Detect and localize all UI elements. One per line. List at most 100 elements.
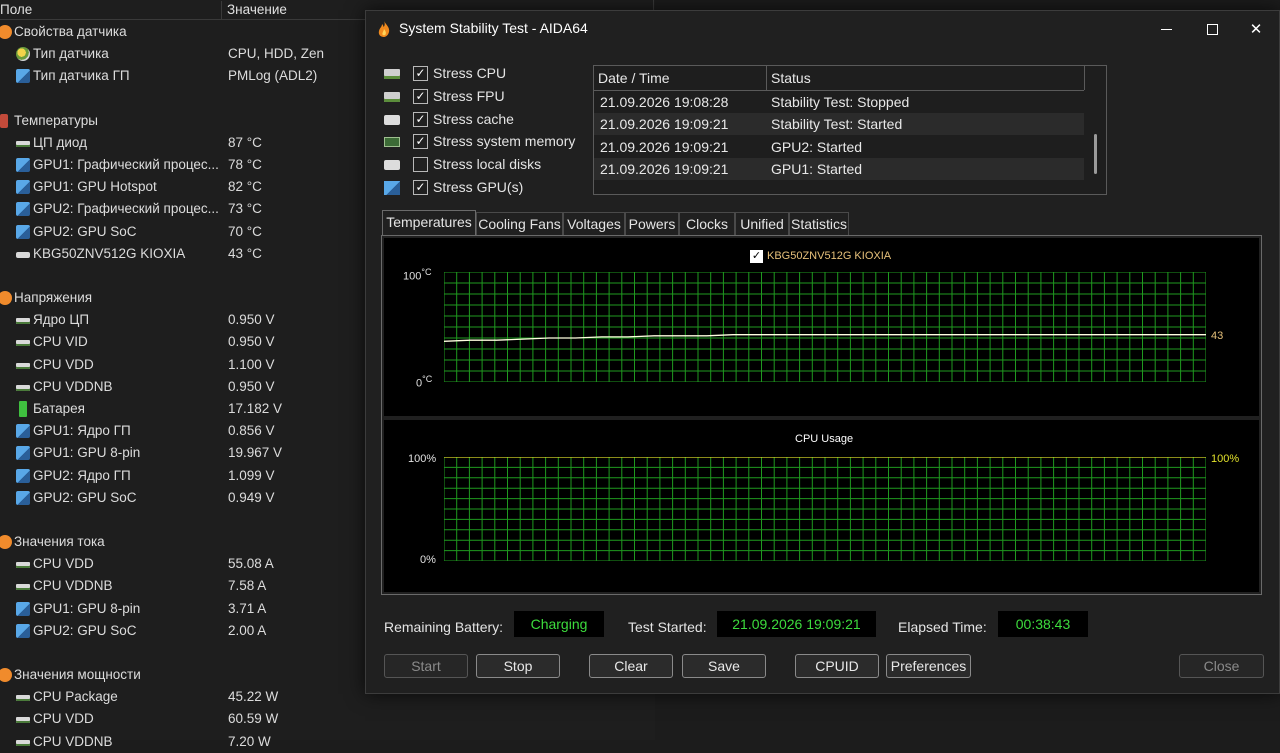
- stress-option[interactable]: ✓ Stress cache: [384, 110, 584, 130]
- cpu-icon: [384, 69, 400, 79]
- cache-icon: [384, 114, 400, 125]
- sensor-label: CPU VDDNB: [33, 378, 113, 394]
- cpu-graph-title: CPU Usage: [795, 433, 854, 445]
- temp-y-bottom-label: 0°C: [416, 374, 433, 390]
- sensor-value: 45.22 W: [228, 689, 279, 705]
- sensor-label: Свойства датчика: [14, 24, 127, 39]
- tab-statistics[interactable]: Statistics: [789, 212, 849, 236]
- log-column-status[interactable]: Status: [767, 66, 1085, 90]
- sensor-label: CPU VDDNB: [33, 733, 113, 749]
- tab-unified[interactable]: Unified: [735, 212, 789, 236]
- log-row[interactable]: 21.09.2026 19:08:28 Stability Test: Stopp…: [594, 91, 1084, 113]
- stress-option[interactable]: ✓ Stress GPU(s): [384, 178, 584, 198]
- title-bar[interactable]: System Stability Test - AIDA64 ✕: [366, 11, 1279, 47]
- preferences-button[interactable]: Preferences: [886, 654, 971, 678]
- gpu-icon: [16, 158, 30, 172]
- sensor-label: GPU1: GPU Hotspot: [33, 179, 157, 195]
- stress-checkbox[interactable]: ✓: [413, 111, 428, 127]
- stress-checkbox[interactable]: ✓: [413, 134, 428, 150]
- elapsed-time-value: 00:38:43: [998, 611, 1088, 637]
- fpu-icon: [384, 91, 400, 102]
- tab-clocks[interactable]: Clocks: [679, 212, 735, 236]
- disk-icon: [384, 160, 400, 171]
- minimize-button[interactable]: [1143, 11, 1189, 47]
- gpu-icon: [16, 69, 30, 84]
- sensor-label: Значения мощности: [14, 667, 141, 682]
- sensor-label: GPU2: GPU SoC: [33, 489, 137, 505]
- chip-icon: [16, 739, 30, 746]
- stop-button[interactable]: Stop: [476, 654, 560, 678]
- legend-label: KBG50ZNV512G KIOXIA: [767, 250, 892, 262]
- sensor-value: PMLog (ADL2): [228, 68, 318, 84]
- stress-checkbox[interactable]: ✓: [413, 66, 428, 81]
- graph-area: ✓ KBG50ZNV512G KIOXIA 100°C 0°C 43 CPU U…: [381, 235, 1262, 595]
- log-date: 21.09.2026 19:08:28: [600, 94, 729, 110]
- chip-icon: [16, 318, 30, 325]
- stress-label: Stress GPU(s): [433, 179, 524, 195]
- temp-y-top-label: 100°C: [403, 267, 432, 283]
- battery-label: Remaining Battery:: [384, 619, 504, 635]
- stress-option[interactable]: ✓ Stress system memory: [384, 132, 584, 152]
- sensor-label: CPU VDD: [33, 356, 94, 372]
- tab-temperatures[interactable]: Temperatures: [382, 210, 476, 237]
- close-button[interactable]: Close: [1179, 654, 1264, 678]
- stress-checkbox[interactable]: ✓: [413, 88, 428, 104]
- cpu-current-value: 100%: [1211, 453, 1240, 465]
- log-column-date[interactable]: Date / Time: [594, 66, 767, 90]
- sensor-label: Ядро ЦП: [33, 312, 90, 328]
- gpu-icon: [16, 601, 30, 616]
- log-row[interactable]: 21.09.2026 19:09:21 GPU2: Started: [594, 136, 1084, 158]
- gpu-icon: [16, 446, 30, 461]
- sensor-value: 0.950 V: [228, 312, 275, 328]
- gpu-icon: [16, 490, 30, 505]
- tab-voltages[interactable]: Voltages: [563, 212, 625, 236]
- sensor-label: CPU VDDNB: [33, 578, 113, 594]
- log-date: 21.09.2026 19:09:21: [600, 138, 729, 155]
- sensor-value: 55.08 A: [228, 556, 274, 572]
- log-status: GPU2: Started: [771, 138, 863, 155]
- battery-value: Charging: [514, 611, 604, 637]
- save-button[interactable]: Save: [682, 654, 766, 678]
- sensor-label: Батарея: [33, 401, 85, 416]
- log-row[interactable]: 21.09.2026 19:09:21 Stability Test: Start…: [594, 113, 1084, 136]
- stress-checkbox[interactable]: ✓: [413, 180, 428, 195]
- sensor-label: CPU VID: [33, 334, 88, 350]
- current-icon: [0, 535, 12, 549]
- sensor-value: 2.00 A: [228, 622, 267, 638]
- sensor-label: Температуры: [14, 112, 98, 128]
- sensor-row[interactable]: CPU VDD 60.59 W: [0, 708, 655, 730]
- sensor-label: ЦП диод: [33, 134, 87, 150]
- start-button[interactable]: Start: [384, 654, 468, 678]
- stress-checkbox[interactable]: [413, 157, 428, 173]
- sensor-value: 3.71 A: [228, 600, 267, 616]
- clear-button[interactable]: Clear: [589, 654, 673, 678]
- column-header-field[interactable]: Поле: [0, 1, 222, 19]
- sensor-props-icon: [0, 25, 12, 39]
- tab-cooling-fans[interactable]: Cooling Fans: [476, 212, 563, 236]
- cpuid-button[interactable]: CPUID: [795, 654, 879, 678]
- column-header-value[interactable]: Значение: [227, 1, 287, 19]
- sensor-value: 0.950 V: [228, 334, 275, 350]
- sensor-label: GPU2: GPU SoC: [33, 223, 137, 239]
- stress-option[interactable]: ✓ Stress CPU: [384, 64, 584, 84]
- maximize-button[interactable]: [1189, 11, 1235, 47]
- tab-powers[interactable]: Powers: [625, 212, 679, 236]
- sensor-label: KBG50ZNV512G KIOXIA: [33, 245, 186, 261]
- sensor-label: CPU Package: [33, 689, 118, 705]
- log-scrollbar[interactable]: [1094, 134, 1097, 174]
- sensor-value: 0.950 V: [228, 378, 275, 394]
- log-status: GPU1: Started: [771, 160, 863, 177]
- thermometer-icon: [0, 113, 8, 128]
- close-window-button[interactable]: ✕: [1233, 11, 1279, 47]
- sensor-value: 19.967 V: [228, 445, 283, 461]
- stress-label: Stress local disks: [433, 156, 542, 173]
- stress-option[interactable]: Stress local disks: [384, 155, 584, 175]
- log-row[interactable]: 21.09.2026 19:09:21 GPU1: Started: [594, 157, 1084, 180]
- legend-checkbox[interactable]: ✓: [750, 250, 763, 263]
- gpu-icon: [16, 202, 30, 217]
- minimize-icon: [1160, 28, 1172, 30]
- sensor-row[interactable]: CPU VDDNB 7.20 W: [0, 731, 655, 753]
- stress-option[interactable]: ✓ Stress FPU: [384, 87, 584, 107]
- sensor-label: GPU1: GPU 8-pin: [33, 600, 141, 616]
- temperature-grid: [444, 272, 1206, 382]
